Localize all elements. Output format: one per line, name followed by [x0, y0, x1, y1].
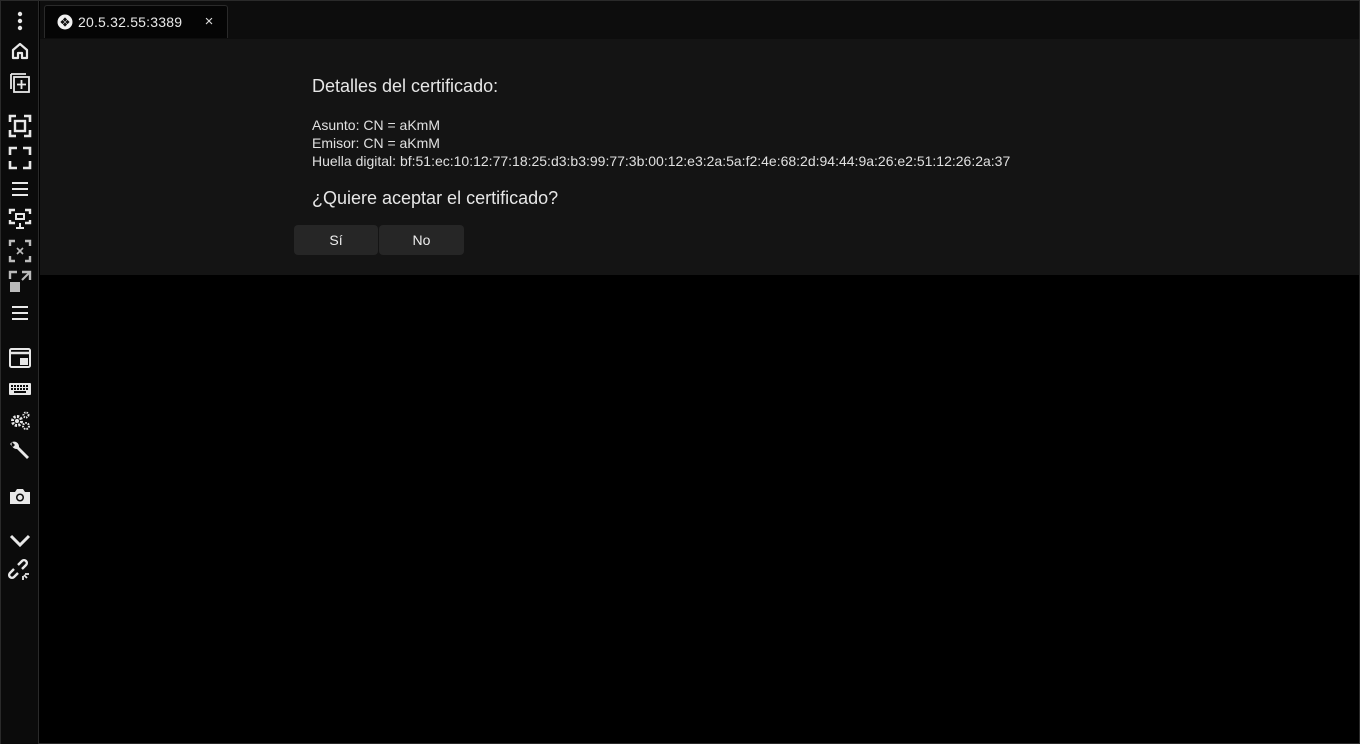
tab-remote-session[interactable]: 20.5.32.55:3389 ×: [44, 5, 228, 38]
certificate-issuer: Emisor: CN = aKmM: [312, 135, 440, 151]
certificate-dialog: Detalles del certificado: Asunto: CN = a…: [40, 39, 1359, 275]
certificate-subject: Asunto: CN = aKmM: [312, 117, 440, 133]
menu-icon[interactable]: [7, 176, 33, 202]
unlink-icon[interactable]: [7, 558, 33, 584]
menu-icon[interactable]: [7, 300, 33, 326]
keyboard-icon[interactable]: [7, 376, 33, 402]
focus-icon[interactable]: [7, 113, 33, 139]
yes-button[interactable]: Sí: [294, 225, 378, 255]
display-icon[interactable]: [7, 206, 33, 232]
wrench-icon[interactable]: [7, 438, 33, 464]
app-window: 20.5.32.55:3389 × Detalles del certifica…: [0, 0, 1360, 744]
dialog-heading: Detalles del certificado:: [312, 76, 499, 96]
settings-icon[interactable]: [7, 407, 33, 433]
close-icon[interactable]: ×: [201, 13, 217, 30]
more-vertical-icon[interactable]: [7, 8, 33, 34]
selection-icon[interactable]: [7, 238, 33, 264]
home-icon[interactable]: [7, 38, 33, 64]
tab-bar: 20.5.32.55:3389 ×: [40, 1, 1359, 39]
dialog-question: ¿Quiere aceptar el certificado?: [312, 188, 559, 208]
sidebar-toolbar: [1, 1, 39, 744]
no-button[interactable]: No: [379, 225, 464, 255]
certificate-fingerprint: Huella digital: bf:51:ec:10:12:77:18:25:…: [312, 153, 1011, 169]
chevron-down-icon[interactable]: [7, 527, 33, 553]
remote-desktop-logo-icon: [57, 14, 73, 30]
tab-title: 20.5.32.55:3389: [78, 14, 183, 30]
fullscreen-icon[interactable]: [7, 145, 33, 171]
scale-icon[interactable]: [7, 269, 33, 295]
new-tab-icon[interactable]: [7, 70, 33, 96]
camera-icon[interactable]: [7, 483, 33, 509]
window-icon[interactable]: [7, 345, 33, 371]
certificate-details: Asunto: CN = aKmM Emisor: CN = aKmM Huel…: [312, 116, 1010, 170]
